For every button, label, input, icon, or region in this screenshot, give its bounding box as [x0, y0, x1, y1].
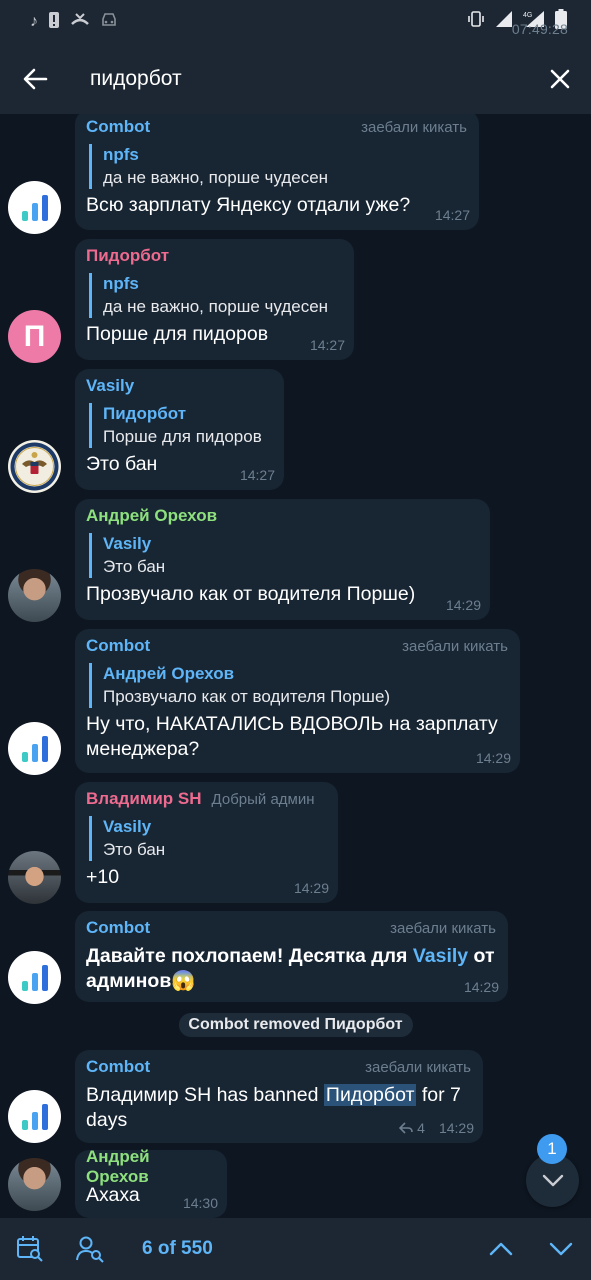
next-result-button[interactable] — [531, 1218, 591, 1280]
message-text: Ну что, НАКАТАЛИСЬ ВДОВОЛЬ на зарплату ме… — [86, 713, 498, 760]
search-input[interactable]: пидорбот — [70, 67, 529, 91]
sender-name[interactable]: Vasily — [86, 376, 134, 396]
alert-icon — [48, 11, 60, 33]
reply-quote[interactable]: Vasily Это бан — [89, 533, 478, 578]
message-time: 14:27 — [239, 467, 275, 483]
reply-quote[interactable]: Vasily Это бан — [89, 816, 326, 861]
missed-call-icon — [70, 12, 90, 33]
unread-badge: 1 — [537, 1134, 567, 1164]
vibrate-icon — [467, 10, 485, 34]
avatar-andrey[interactable] — [8, 569, 61, 622]
message-bubble[interactable]: Владимир SH Добрый админ Vasily Это бан +1… — [75, 782, 338, 903]
message-text: +10 — [86, 866, 120, 888]
search-by-user-button[interactable] — [60, 1218, 120, 1280]
reply-quote[interactable]: Андрей Орехов Прозвучало как от водителя … — [89, 663, 508, 708]
close-icon — [550, 69, 570, 89]
reply-quote[interactable]: npfs да не важно, порше чудесен — [89, 144, 467, 189]
reply-count[interactable]: 4 — [417, 1120, 425, 1136]
search-result-counter: 6 of 550 — [142, 1238, 213, 1259]
avatar-vladimir[interactable] — [8, 851, 61, 904]
message-text: Всю зарплату Яндексу отдали уже? — [86, 194, 411, 216]
avatar-vasily[interactable] — [8, 440, 61, 493]
message-time: 14:29 — [463, 979, 499, 995]
arrow-left-icon — [23, 68, 48, 90]
sender-title: заебали кикать — [365, 1058, 471, 1076]
chevron-up-icon — [489, 1242, 513, 1256]
avatar-pidorbot[interactable]: П — [8, 310, 61, 363]
chat-messages[interactable]: Combot заебали кикать npfs да не важно, по… — [0, 114, 591, 1218]
status-bar: 07:49:28 ♪ 4G — [0, 0, 591, 44]
message-bubble[interactable]: Combot заебали кикать Андрей Орехов Прозву… — [75, 629, 520, 773]
message-bubble[interactable]: Пидорбот npfs да не важно, порше чудесен … — [75, 239, 354, 360]
message-text: Порше для пидоров — [86, 323, 269, 345]
message-meta: 4 14:29 — [399, 1120, 474, 1136]
sender-name[interactable]: Combot — [86, 636, 150, 656]
avatar-combot[interactable] — [8, 181, 61, 234]
status-time: 07:49:28 — [511, 21, 568, 37]
message-time: 14:29 — [438, 1120, 474, 1136]
message-text: Давайте похлопаем! Десятка для Vasily от… — [86, 945, 495, 992]
message-time: 14:29 — [475, 750, 511, 766]
sender-title: заебали кикать — [402, 637, 508, 655]
message-time: 14:27 — [309, 337, 345, 353]
avatar-combot[interactable] — [8, 951, 61, 1004]
reply-icon — [399, 1122, 413, 1134]
sender-title: Добрый админ — [211, 790, 315, 808]
previous-result-button[interactable] — [471, 1218, 531, 1280]
message-time: 14:30 — [182, 1195, 218, 1211]
signal-icon — [495, 10, 513, 34]
message-text: Прозвучало как от водителя Порше) — [86, 583, 416, 605]
service-message: Combot removed Пидорбот — [178, 1013, 413, 1037]
seal-icon — [10, 442, 59, 491]
message-time: 14:27 — [434, 207, 470, 223]
sender-title: заебали кикать — [361, 118, 467, 136]
calendar-search-icon — [17, 1236, 43, 1262]
user-search-icon — [76, 1236, 104, 1263]
sender-name[interactable]: Combot — [86, 1057, 150, 1077]
avatar-andrey[interactable] — [8, 1158, 61, 1211]
sender-name[interactable]: Combot — [86, 117, 150, 137]
clear-search-button[interactable] — [529, 44, 591, 114]
message-time: 14:29 — [293, 880, 329, 896]
chevron-down-icon — [549, 1242, 573, 1256]
reply-quote[interactable]: npfs да не важно, порше чудесен — [89, 273, 342, 318]
sender-name[interactable]: Андрей Орехов — [86, 506, 217, 526]
sender-name[interactable]: Пидорбот — [86, 246, 169, 266]
tiktok-icon: ♪ — [30, 13, 38, 30]
sender-name[interactable]: Combot — [86, 918, 150, 938]
search-header: пидорбот — [0, 44, 591, 114]
avatar-combot[interactable] — [8, 722, 61, 775]
svg-text:4G: 4G — [523, 12, 532, 19]
mention-link[interactable]: Vasily — [413, 945, 468, 967]
back-button[interactable] — [0, 44, 70, 114]
avatar-combot[interactable] — [8, 1090, 61, 1143]
message-bubble[interactable]: Combot заебали кикать Давайте похлопаем! … — [75, 911, 508, 1002]
search-navigation-bar: 6 of 550 — [0, 1218, 591, 1280]
message-bubble[interactable]: Combot заебали кикать Владимир SH has ban… — [75, 1050, 483, 1143]
chevron-down-icon — [542, 1174, 563, 1186]
message-bubble[interactable]: Андрей Орехов Ахаха 14:30 — [75, 1147, 227, 1218]
message-bubble[interactable]: Vasily Пидорбот Порше для пидоров Это бан… — [75, 369, 284, 490]
message-bubble[interactable]: Андрей Орехов Vasily Это бан Прозвучало к… — [75, 499, 490, 620]
message-time: 14:29 — [445, 597, 481, 613]
message-bubble[interactable]: Combot заебали кикать npfs да не важно, по… — [75, 114, 479, 230]
sender-name[interactable]: Владимир SH — [86, 789, 202, 809]
reply-quote[interactable]: Пидорбот Порше для пидоров — [89, 403, 272, 448]
car-icon — [100, 12, 118, 33]
search-highlight: Пидорбот — [323, 1084, 417, 1106]
jump-to-date-button[interactable] — [0, 1218, 60, 1280]
sender-title: заебали кикать — [390, 919, 496, 937]
sender-name[interactable]: Андрей Орехов — [86, 1147, 215, 1187]
